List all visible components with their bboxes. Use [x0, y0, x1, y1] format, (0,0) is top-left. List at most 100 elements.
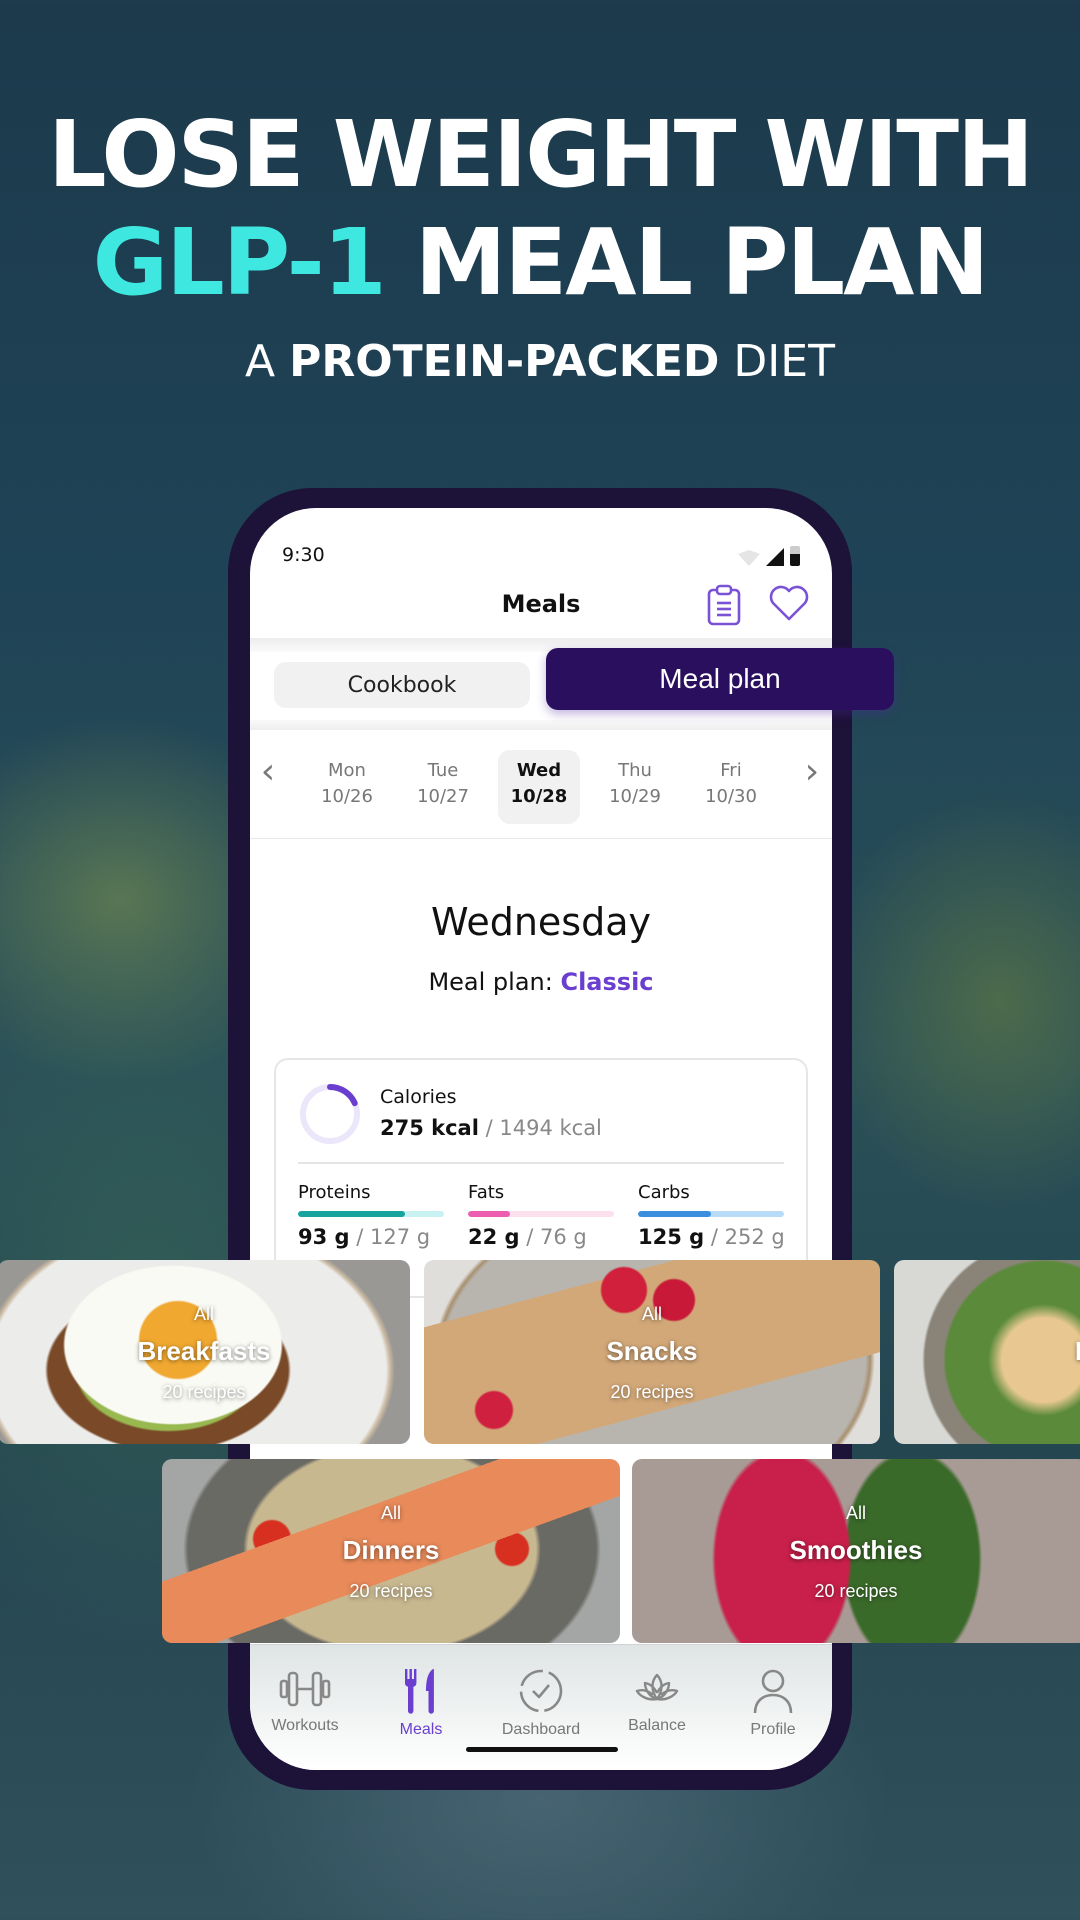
segment-divider — [250, 720, 832, 730]
dashboard-check-icon — [519, 1669, 563, 1713]
category-count: 20 recipes — [814, 1581, 898, 1601]
macro-label: Fats — [468, 1182, 505, 1203]
macro-total: / 127 g — [349, 1225, 431, 1249]
calories-ring — [300, 1084, 360, 1144]
macro-current: 125 g — [638, 1225, 705, 1249]
calories-label: Calories — [380, 1086, 457, 1108]
tab-workouts[interactable]: Workouts — [250, 1667, 360, 1735]
day-name: Wed — [516, 760, 562, 781]
day-thu[interactable]: Thu 10/29 — [594, 750, 676, 824]
day-name: Thu — [618, 760, 652, 781]
macro-total: / 252 g — [704, 1225, 785, 1249]
recipe-category-breakfasts[interactable]: All Breakfasts 20 recipes — [0, 1260, 410, 1444]
category-prefix: All — [193, 1304, 214, 1324]
macro-progress-fill — [468, 1211, 511, 1217]
battery-icon — [790, 546, 800, 566]
person-icon — [753, 1669, 793, 1714]
clipboard-icon[interactable] — [706, 584, 742, 630]
category-prefix: All — [380, 1503, 401, 1523]
home-indicator — [466, 1747, 618, 1752]
promo-headline-line2: GLP-1 MEAL PLAN — [0, 208, 1080, 318]
macro-label: Carbs — [638, 1182, 690, 1203]
status-icons — [738, 546, 800, 566]
day-wed[interactable]: Wed 10/28 — [498, 750, 580, 824]
signal-icon — [766, 548, 784, 566]
selected-day-title: Wednesday — [430, 900, 651, 944]
category-name: Snacks — [606, 1336, 698, 1366]
macro-current: 93 g — [298, 1225, 350, 1249]
day-name: Tue — [427, 760, 459, 781]
category-prefix: All — [845, 1503, 866, 1523]
day-name: Mon — [328, 760, 366, 781]
macro-fats: Fats 22 g / 76 g — [468, 1182, 614, 1249]
day-date: 10/30 — [705, 786, 757, 807]
macro-progress-fill — [638, 1211, 711, 1217]
day-date: 10/29 — [609, 786, 661, 807]
macro-progress-bar — [468, 1211, 614, 1217]
tab-meals[interactable]: Meals — [366, 1667, 476, 1739]
calories-value: 275 kcal / 1494 kcal — [380, 1116, 602, 1140]
macro-total: / 76 g — [519, 1225, 587, 1249]
category-name: Dinners — [342, 1535, 440, 1565]
day-fri[interactable]: Fri 10/30 — [690, 750, 772, 824]
day-date: 10/26 — [321, 786, 373, 807]
wifi-icon — [738, 550, 760, 566]
macro-progress-bar — [638, 1211, 784, 1217]
chevron-left-icon[interactable]: ‹ — [256, 754, 280, 790]
meal-plan-line: Meal plan: Classic — [250, 968, 832, 996]
macro-value: 125 g / 252 g — [638, 1225, 785, 1249]
promo-headline-line1: LOSE WEIGHT WITH — [48, 101, 1034, 208]
status-time: 9:30 — [282, 544, 325, 566]
promo-sub-suffix: DIET — [719, 336, 835, 387]
tab-dashboard[interactable]: Dashboard — [486, 1667, 596, 1739]
tab-meal-plan[interactable]: Meal plan — [546, 648, 894, 710]
promo-sub-prefix: A — [245, 336, 290, 387]
dumbbell-icon — [279, 1671, 331, 1707]
category-count: 20 recipes — [349, 1581, 433, 1601]
tab-label: Balance — [628, 1717, 686, 1734]
tab-label: Dashboard — [501, 1721, 581, 1738]
page-title: Meals — [501, 590, 581, 618]
recipe-category-snacks[interactable]: All Snacks 20 recipes — [424, 1260, 880, 1444]
calories-total: / 1494 kcal — [478, 1116, 602, 1140]
macro-current: 22 g — [468, 1225, 520, 1249]
tab-cookbook[interactable]: Cookbook — [274, 662, 530, 708]
day-date: 10/28 — [510, 786, 568, 807]
macro-progress-bar — [298, 1211, 444, 1217]
recipe-category-dinners[interactable]: All Dinners 20 recipes — [162, 1459, 620, 1643]
macro-carbs: Carbs 125 g / 252 g — [638, 1182, 785, 1249]
week-divider — [250, 838, 832, 839]
macro-value: 93 g / 127 g — [298, 1225, 444, 1249]
promo-subheadline: A PROTEIN-PACKED DIET — [0, 334, 1080, 390]
recipe-category-smoothies[interactable]: All Smoothies 20 recipes — [632, 1459, 1080, 1643]
fork-knife-icon — [405, 1669, 434, 1714]
promo-sub-bold: PROTEIN-PACKED — [289, 336, 720, 387]
day-mon[interactable]: Mon 10/26 — [306, 750, 388, 824]
category-name: Breakfasts — [137, 1336, 271, 1366]
meal-plan-label: Meal plan: — [428, 968, 561, 996]
category-name: L — [1068, 1336, 1080, 1367]
heart-icon[interactable] — [768, 584, 810, 626]
calories-current: 275 kcal — [380, 1116, 479, 1140]
day-date: 10/27 — [417, 786, 469, 807]
day-name: Fri — [720, 760, 742, 781]
meal-plan-name[interactable]: Classic — [560, 968, 653, 996]
tab-label: Profile — [750, 1721, 796, 1738]
promo-headline-rest: MEAL PLAN — [384, 209, 990, 316]
category-prefix: All — [641, 1304, 662, 1324]
recipe-category-lunches[interactable]: L — [894, 1260, 1080, 1444]
day-tue[interactable]: Tue 10/27 — [402, 750, 484, 824]
tab-label: Meals — [399, 1721, 443, 1738]
tab-profile[interactable]: Profile — [718, 1667, 828, 1739]
macro-proteins: Proteins 93 g / 127 g — [298, 1182, 444, 1249]
tab-label: Workouts — [271, 1717, 339, 1734]
promo-accent-text: GLP-1 — [92, 209, 387, 316]
lotus-icon — [635, 1673, 679, 1701]
category-count: 20 recipes — [610, 1382, 694, 1402]
chevron-right-icon[interactable]: › — [800, 754, 824, 790]
bottom-tab-bar: Workouts Meals Dashboard Balance Profile — [250, 1644, 832, 1770]
macro-value: 22 g / 76 g — [468, 1225, 614, 1249]
tab-balance[interactable]: Balance — [602, 1667, 712, 1735]
card-divider — [298, 1162, 784, 1164]
category-count: 20 recipes — [162, 1382, 246, 1402]
